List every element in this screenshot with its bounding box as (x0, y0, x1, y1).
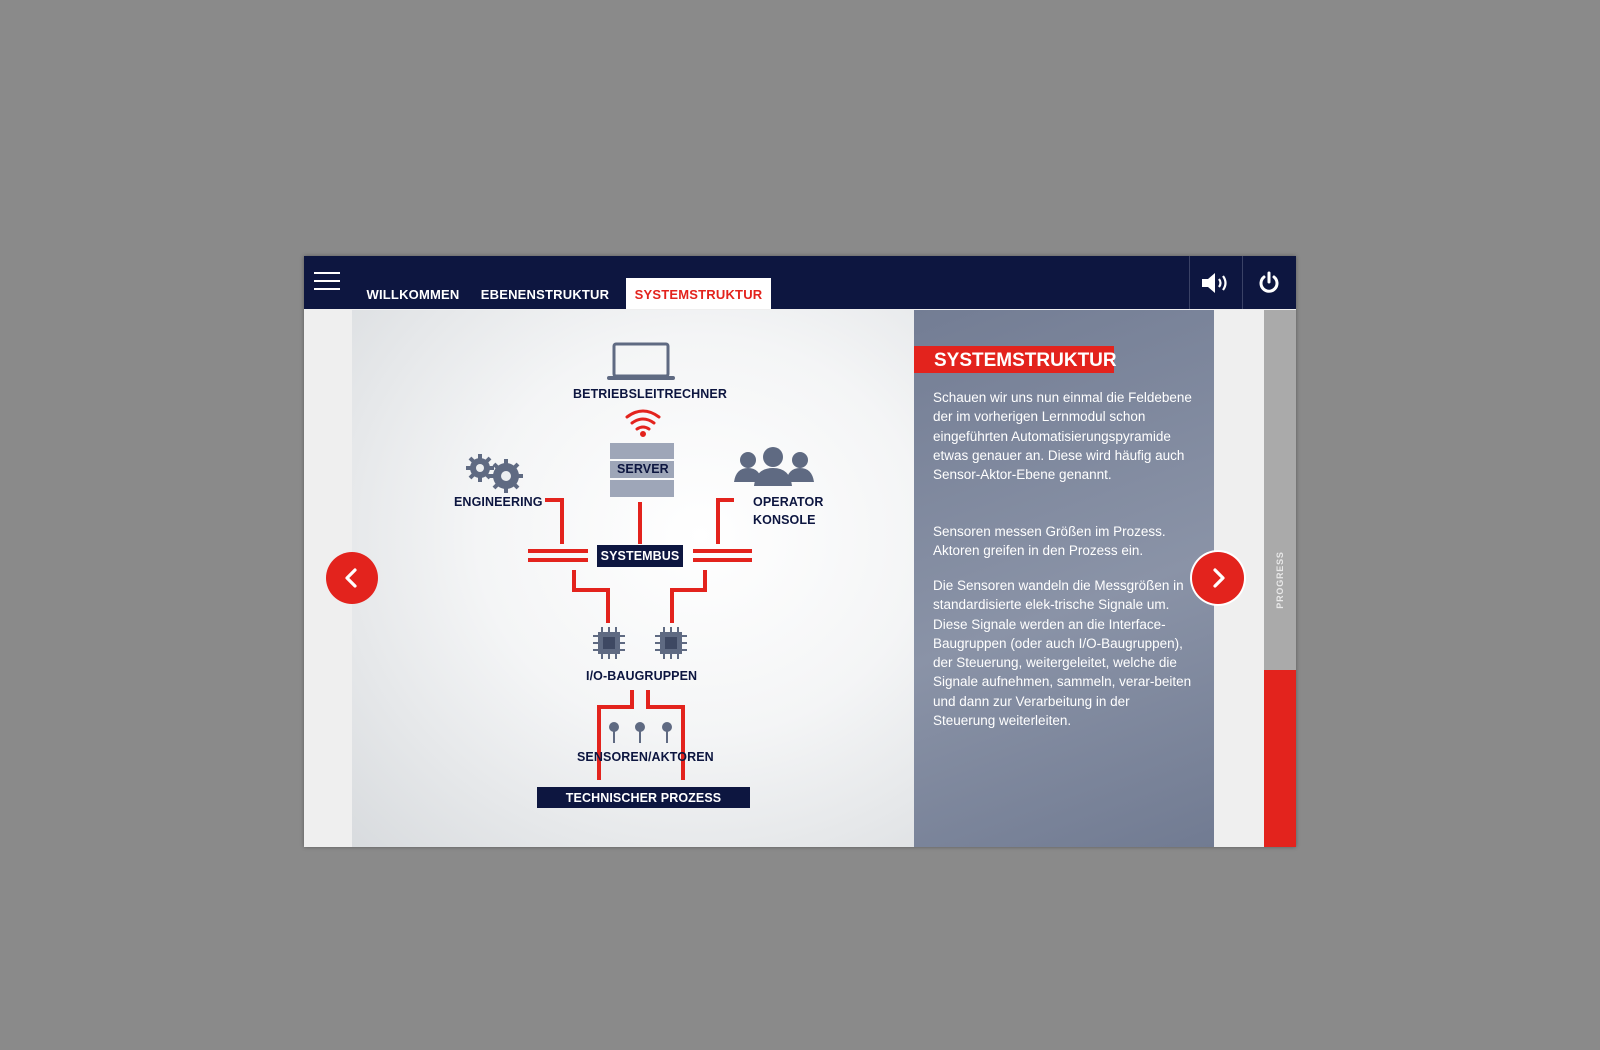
laptop-icon (607, 342, 675, 380)
label-server: SERVER (617, 462, 669, 476)
sensor-icons (609, 722, 672, 743)
wifi-icon (625, 409, 661, 437)
label-sensoren-aktoren: SENSOREN/AKTOREN (577, 750, 714, 764)
panel-paragraph-1: Schauen wir uns nun einmal die Feldebene… (933, 390, 1192, 483)
tab-ebenenstruktur[interactable]: EBENENSTRUKTUR (479, 278, 611, 309)
tab-systemstruktur[interactable]: SYSTEMSTRUKTUR (626, 278, 771, 309)
label-operator: OPERATOR (753, 495, 824, 509)
speaker-icon (1202, 272, 1227, 293)
io-chip-icons (593, 627, 687, 659)
label-systembus: SYSTEMBUS (597, 545, 683, 567)
panel-title: SYSTEMSTRUKTUR (914, 346, 1117, 373)
previous-button[interactable] (326, 552, 378, 604)
progress-bar: PROGRESS (1264, 310, 1296, 847)
label-engineering: ENGINEERING (454, 495, 543, 509)
label-betriebsleitrechner: BETRIEBSLEITRECHNER (573, 387, 727, 401)
progress-label: PROGRESS (1275, 551, 1285, 609)
panel-paragraph-3: Die Sensoren wandeln die Messgrößen in s… (933, 578, 1192, 729)
next-button[interactable] (1192, 552, 1244, 604)
gears-icon (466, 454, 523, 493)
operators-icon (734, 447, 814, 486)
top-navigation-bar: WILLKOMMEN EBENENSTRUKTUR SYSTEMSTRUKTUR (304, 256, 1296, 309)
progress-fill (1264, 669, 1296, 847)
label-technischer-prozess: TECHNISCHER PROZESS (537, 787, 750, 808)
power-button[interactable] (1242, 256, 1295, 309)
course-window: WILLKOMMEN EBENENSTRUKTUR SYSTEMSTRUKTUR (304, 256, 1296, 847)
hamburger-icon[interactable] (314, 270, 342, 294)
label-konsole: KONSOLE (753, 513, 816, 527)
system-structure-diagram: BETRIEBSLEITRECHNER SERVER ENGINEERING O… (352, 310, 914, 847)
chevron-right-icon (1213, 568, 1225, 588)
info-panel: SYSTEMSTRUKTUR Schauen wir uns nun einma… (914, 310, 1214, 847)
power-icon (1259, 271, 1279, 293)
panel-paragraph-2: Sensoren messen Größen im Prozess. Aktor… (933, 524, 1166, 559)
chevron-left-icon (345, 568, 357, 588)
label-io-baugruppen: I/O-BAUGRUPPEN (586, 669, 698, 683)
sound-button[interactable] (1189, 256, 1242, 309)
tab-willkommen[interactable]: WILLKOMMEN (358, 278, 468, 309)
